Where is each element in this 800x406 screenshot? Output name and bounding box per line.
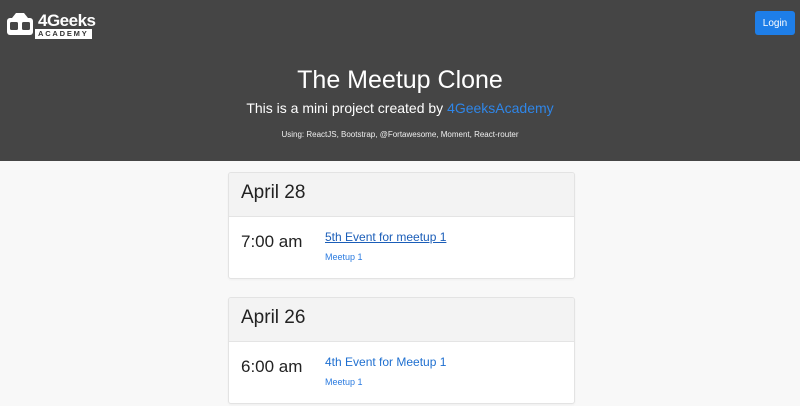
event-title-link[interactable]: 5th Event for meetup 1 — [325, 229, 446, 245]
brand-logo[interactable]: 4Geeks ACADEMY — [6, 9, 96, 39]
event-card: April 26 6:00 am 4th Event for Meetup 1 … — [228, 297, 575, 404]
event-card-header: April 26 — [229, 298, 574, 342]
event-card: April 28 7:00 am 5th Event for meetup 1 … — [228, 172, 575, 279]
logo-brand-text: 4Geeks — [38, 11, 96, 30]
event-card-body: 7:00 am 5th Event for meetup 1 Meetup 1 — [229, 217, 574, 278]
event-time: 6:00 am — [241, 357, 303, 376]
logo-glasses-icon — [7, 13, 33, 35]
login-button[interactable]: Login — [755, 11, 795, 35]
academy-link[interactable]: 4GeeksAcademy — [447, 100, 554, 116]
event-date: April 28 — [241, 182, 306, 203]
meetup-link[interactable]: Meetup 1 — [325, 251, 363, 263]
hero-banner: 4Geeks ACADEMY Login The Meetup Clone Th… — [0, 0, 800, 161]
event-title-link[interactable]: 4th Event for Meetup 1 — [325, 354, 446, 370]
event-date: April 26 — [241, 307, 306, 328]
meetup-link[interactable]: Meetup 1 — [325, 376, 363, 388]
logo-sub-text: ACADEMY — [35, 29, 92, 39]
hero-subtitle-text: This is a mini project created by — [246, 100, 448, 116]
page-title: The Meetup Clone — [297, 66, 503, 94]
event-card-body: 6:00 am 4th Event for Meetup 1 Meetup 1 — [229, 342, 574, 403]
event-time: 7:00 am — [241, 232, 303, 251]
tech-stack-text: Using: ReactJS, Bootstrap, @Fortawesome,… — [281, 130, 519, 139]
hero-subtitle: This is a mini project created by 4Geeks… — [0, 99, 800, 117]
event-card-header: April 28 — [229, 173, 574, 217]
